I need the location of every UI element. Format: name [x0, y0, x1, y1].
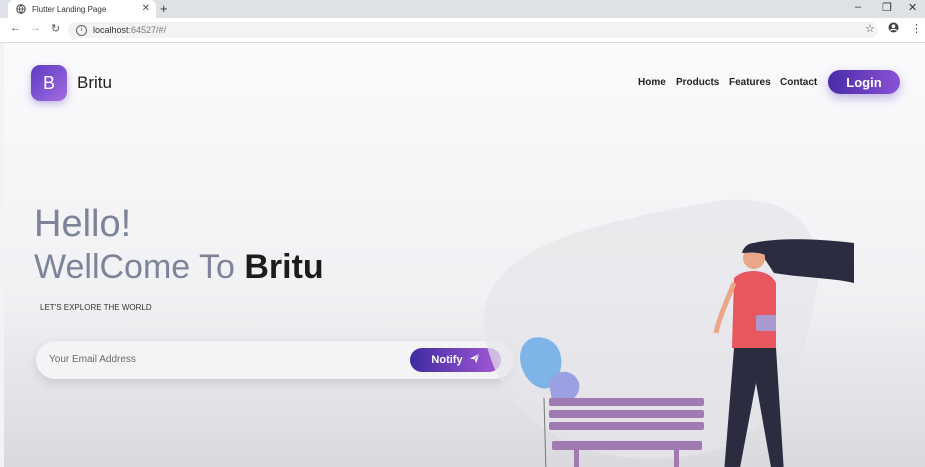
- account-icon[interactable]: [888, 22, 899, 36]
- landing-page: B Britu Home Products Features Contact L…: [4, 43, 925, 467]
- hero-subtitle: LET'S EXPLORE THE WORLD: [40, 303, 152, 312]
- logo[interactable]: B: [31, 65, 67, 101]
- email-signup-bar: Notify: [36, 341, 514, 379]
- star-icon[interactable]: ☆: [865, 22, 875, 35]
- reload-icon[interactable]: ↻: [51, 22, 60, 35]
- url-path: :64527/#/: [128, 25, 167, 35]
- forward-icon[interactable]: →: [30, 22, 41, 34]
- globe-icon: [16, 4, 26, 14]
- menu-icon[interactable]: ⋮: [911, 22, 922, 35]
- info-icon[interactable]: i: [76, 24, 87, 36]
- tab-title: Flutter Landing Page: [32, 4, 107, 14]
- hero-heading-brand: Britu: [244, 248, 324, 286]
- minimize-icon[interactable]: –: [855, 1, 861, 13]
- browser-tab[interactable]: Flutter Landing Page ✕: [8, 0, 156, 18]
- close-window-icon[interactable]: ✕: [908, 1, 917, 14]
- nav-contact[interactable]: Contact: [780, 77, 817, 88]
- hero-greeting: Hello!: [34, 203, 132, 245]
- back-icon[interactable]: ←: [10, 22, 21, 34]
- login-button[interactable]: Login: [828, 70, 900, 94]
- nav-products[interactable]: Products: [676, 77, 719, 88]
- nav-home[interactable]: Home: [638, 77, 666, 88]
- restore-icon[interactable]: ❐: [882, 1, 892, 14]
- tab-close-icon[interactable]: ✕: [142, 3, 150, 14]
- email-input[interactable]: [47, 353, 351, 366]
- brand-name: Britu: [77, 73, 112, 92]
- nav-features[interactable]: Features: [729, 77, 771, 88]
- browser-toolbar: ← → ↻ i localhost:64527/#/ ☆ ⋮: [0, 18, 925, 43]
- url-host: localhost: [93, 25, 129, 35]
- hero-heading: WellCome To Britu: [34, 248, 324, 287]
- tab-strip: Flutter Landing Page ✕ + – ❐ ✕: [0, 0, 925, 18]
- address-bar[interactable]: i localhost:64527/#/: [68, 22, 878, 38]
- hero-heading-prefix: WellCome To: [34, 248, 245, 286]
- new-tab-button[interactable]: +: [160, 1, 168, 16]
- hero-illustration: [483, 199, 854, 467]
